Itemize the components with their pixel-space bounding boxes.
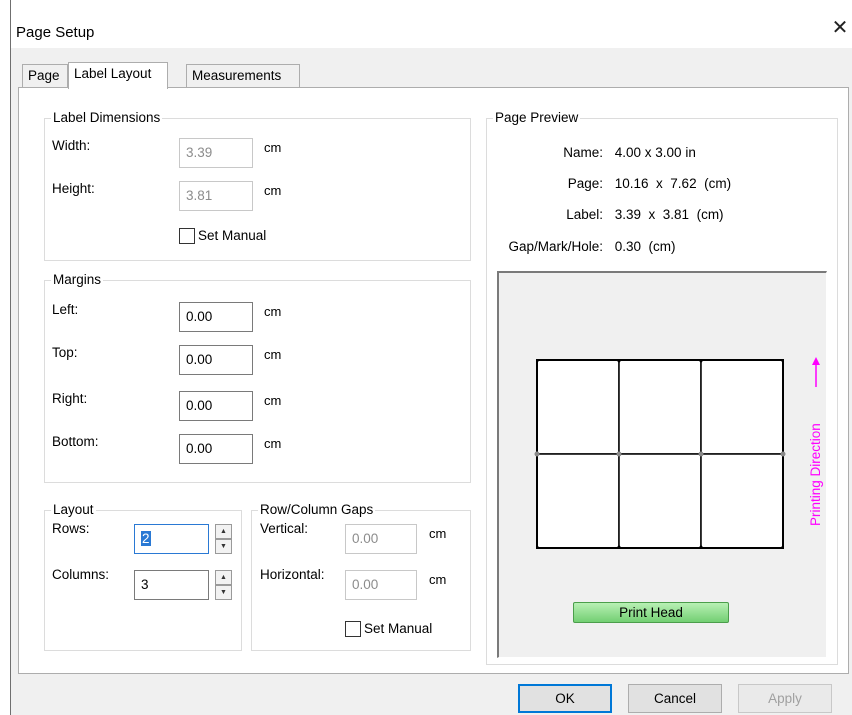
rows-value: 2 [141,531,151,546]
preview-gap-key: Gap/Mark/Hole: [508,239,603,254]
height-field[interactable]: 3.81 [179,181,253,211]
grid-junction [616,451,622,457]
gaps-set-manual-label[interactable]: Set Manual [364,621,432,636]
gaps-title: Row/Column Gaps [258,502,376,518]
label-set-manual-checkbox[interactable] [179,228,195,244]
margin-bottom-unit: cm [264,436,282,451]
columns-up-icon[interactable]: ▲ [215,570,232,585]
grid-junction [534,451,540,457]
margin-left-label: Left: [52,302,79,317]
svg-text:Printing Direction: Printing Direction [808,423,823,526]
label-dimensions-group: Label Dimensions Width: 3.39 cm Height: … [44,110,471,261]
rows-label: Rows: [52,521,90,536]
margin-left-unit: cm [264,304,282,319]
tab-page[interactable]: Page [22,64,68,88]
ok-button[interactable]: OK [518,684,612,713]
vertical-gap-unit: cm [429,526,447,541]
preview-label-key: Label: [566,207,603,222]
columns-stepper[interactable]: ▲ ▼ [215,570,232,600]
dialog-body: Page Label Layout Measurements Label Dim… [11,48,852,715]
window-title: Page Setup [16,24,95,41]
label-cell [700,453,784,549]
label-set-manual-label[interactable]: Set Manual [198,228,266,243]
print-head-button[interactable]: Print Head [573,602,729,623]
margin-left-field[interactable]: 0.00 [179,302,253,332]
height-unit: cm [264,183,282,198]
label-cell [618,359,702,455]
tab-panel-label-layout: Label Dimensions Width: 3.39 cm Height: … [18,87,849,674]
margin-right-field[interactable]: 0.00 [179,391,253,421]
close-icon[interactable]: ✕ [829,18,851,40]
label-cell [700,359,784,455]
printing-direction-arrow-icon: Printing Direction [808,357,823,526]
vertical-gap-label: Vertical: [260,521,309,536]
margin-bottom-field[interactable]: 0.00 [179,434,253,464]
apply-button[interactable]: Apply [738,684,832,713]
label-cell [618,453,702,549]
tab-measurements[interactable]: Measurements [186,64,300,88]
horizontal-gap-label: Horizontal: [260,567,325,582]
columns-down-icon[interactable]: ▼ [215,585,232,600]
vertical-gap-field[interactable]: 0.00 [345,524,417,554]
margin-right-unit: cm [264,393,282,408]
gaps-group: Row/Column Gaps Vertical: 0.00 cm Horizo… [251,502,471,651]
preview-page-row: Page: 10.16 x 7.62 (cm) [499,176,731,191]
label-cell [536,453,620,549]
columns-field[interactable]: 3 [134,570,209,600]
preview-label-value: 3.39 x 3.81 (cm) [614,207,724,222]
width-field[interactable]: 3.39 [179,138,253,168]
margin-top-unit: cm [264,347,282,362]
grid-junction [698,451,704,457]
width-label: Width: [52,138,91,153]
horizontal-gap-unit: cm [429,572,447,587]
margins-title: Margins [51,272,104,288]
horizontal-gap-field[interactable]: 0.00 [345,570,417,600]
rows-stepper[interactable]: ▲ ▼ [215,524,232,554]
label-dimensions-title: Label Dimensions [51,110,163,126]
preview-name-key: Name: [563,145,603,160]
tab-label-layout[interactable]: Label Layout [68,62,168,89]
preview-name-row: Name: 4.00 x 3.00 in [499,145,696,160]
page-preview-title: Page Preview [493,110,581,126]
rows-field[interactable]: 2 [134,524,209,554]
width-unit: cm [264,140,282,155]
margin-top-field[interactable]: 0.00 [179,345,253,375]
rows-down-icon[interactable]: ▼ [215,539,232,554]
preview-gap-value: 0.30 (cm) [614,239,676,254]
preview-page-value: 10.16 x 7.62 (cm) [614,176,732,191]
margin-bottom-label: Bottom: [52,434,99,449]
layout-group: Layout Rows: 2 ▲ ▼ Columns: 3 ▲ ▼ [44,502,242,651]
grid-junction [780,451,786,457]
layout-title: Layout [51,502,96,518]
preview-name-value: 4.00 x 3.00 in [614,145,696,160]
cancel-button[interactable]: Cancel [628,684,722,713]
preview-canvas: Printing Direction Print Head [497,271,827,658]
preview-gap-row: Gap/Mark/Hole: 0.30 (cm) [499,239,676,254]
height-label: Height: [52,181,95,196]
columns-label: Columns: [52,567,110,582]
margins-group: Margins Left: 0.00 cm Top: 0.00 cm Right… [44,272,471,483]
preview-label-row: Label: 3.39 x 3.81 (cm) [499,207,724,222]
rows-up-icon[interactable]: ▲ [215,524,232,539]
gaps-set-manual-checkbox[interactable] [345,621,361,637]
label-cell [536,359,620,455]
margin-right-label: Right: [52,391,88,406]
preview-page-key: Page: [567,176,603,191]
printing-direction: Printing Direction [808,357,824,527]
title-bar: Page Setup ✕ [11,0,852,48]
margin-top-label: Top: [52,345,78,360]
